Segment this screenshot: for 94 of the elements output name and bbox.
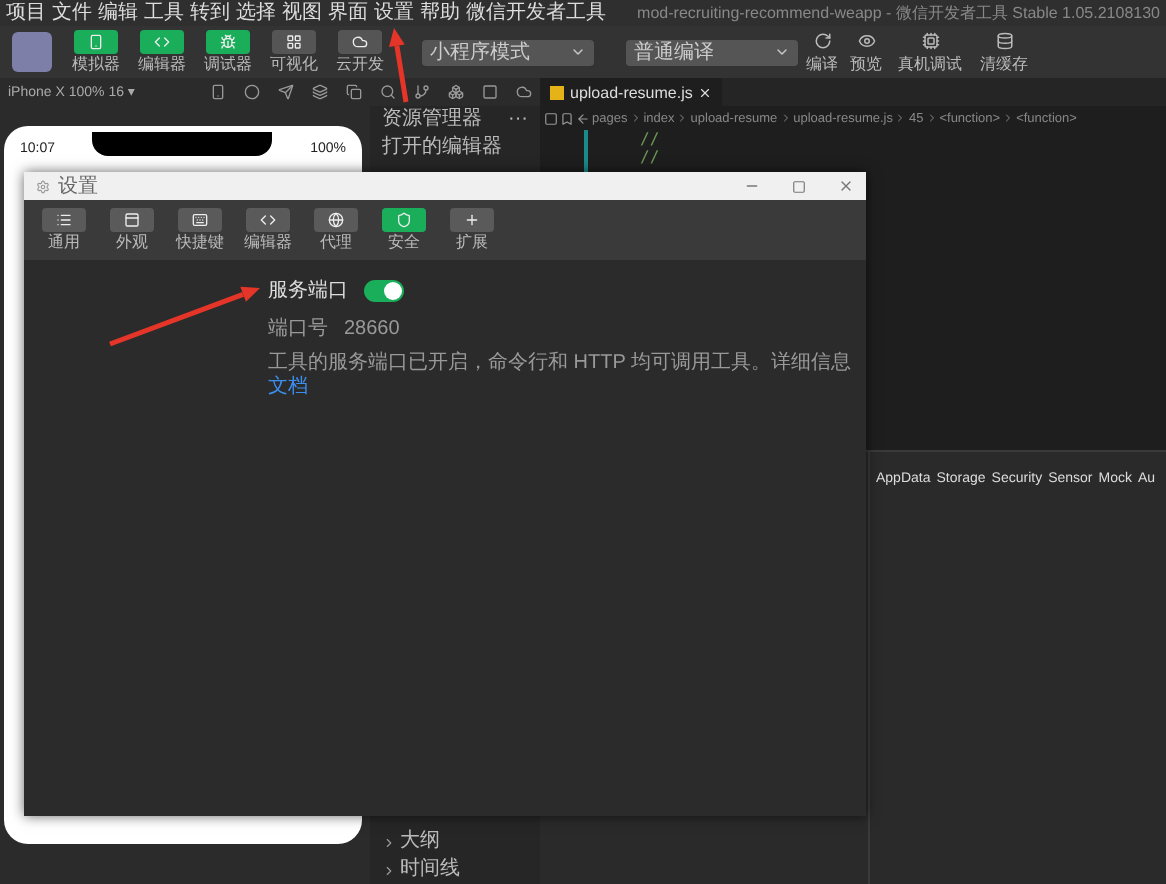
toolbar-toggle[interactable] — [337, 29, 381, 53]
chevron-icon — [779, 112, 792, 124]
toolbar-label: 编辑器 — [137, 57, 185, 73]
dialog-title: 设置 — [58, 173, 98, 200]
code-icon — [259, 211, 275, 227]
tab-label: 安全 — [387, 235, 419, 251]
keyboard-icon — [191, 211, 207, 227]
mode-select[interactable]: 小程序模式 — [422, 39, 594, 65]
globe-icon — [327, 211, 343, 227]
chevron-icon — [676, 112, 689, 124]
port-value: 28660 — [344, 317, 400, 339]
menu-item[interactable]: 帮助 — [420, 1, 460, 25]
toggle-switch[interactable] — [364, 279, 404, 301]
shield-icon — [395, 211, 411, 227]
bookmark-icon[interactable] — [560, 111, 574, 125]
tab-label: 编辑器 — [243, 235, 291, 251]
action-label: 预览 — [850, 57, 882, 73]
menu-item[interactable]: 工具 — [144, 1, 184, 25]
explorer-section[interactable]: 打开的编辑器 — [382, 136, 502, 160]
menu-item[interactable]: 文件 — [52, 1, 92, 25]
tab-label: 代理 — [319, 235, 351, 251]
code-line: // — [640, 148, 662, 166]
toolbar-label: 云开发 — [335, 57, 383, 73]
settings-tab[interactable] — [177, 207, 221, 231]
tool-icon[interactable] — [516, 84, 532, 100]
arrow-drawing — [389, 28, 409, 103]
tool-icon[interactable] — [244, 84, 260, 100]
code-icon — [153, 33, 169, 49]
settings-tab[interactable] — [109, 207, 153, 231]
menu-item[interactable]: 项目 — [6, 1, 46, 25]
chevron-icon — [894, 112, 907, 124]
explorer-section[interactable]: 大纲 — [400, 830, 440, 854]
menu-item[interactable]: 界面 — [328, 1, 368, 25]
toolbar-toggle[interactable] — [139, 29, 183, 53]
tool-icon[interactable] — [414, 84, 430, 100]
list-icon — [55, 211, 71, 227]
action-label: 清缓存 — [980, 57, 1028, 73]
toolbar-toggle[interactable] — [73, 29, 117, 53]
docs-link[interactable]: 文档 — [268, 376, 308, 398]
toolbar-toggle[interactable] — [271, 29, 315, 53]
menu-item[interactable]: 选择 — [236, 1, 276, 25]
tab-label: 扩展 — [455, 235, 487, 251]
grid-icon — [285, 33, 301, 49]
window-title: mod-recruiting-recommend-weapp - 微信开发者工具 Stable 1.05.2108130 — [637, 2, 1160, 24]
toolbar-label: 模拟器 — [71, 57, 119, 73]
menu-item[interactable]: 视图 — [282, 1, 322, 25]
plus-icon — [463, 211, 479, 227]
tool-icon[interactable] — [278, 84, 294, 100]
description-text: 工具的服务端口已开启，命令行和 HTTP 均可调用工具。详细信息 文档 — [268, 352, 853, 400]
toolbar-label: 可视化 — [269, 57, 317, 73]
settings-tab[interactable] — [381, 207, 425, 231]
code-line: // — [640, 130, 662, 148]
maximize-icon[interactable] — [792, 179, 806, 193]
toolbar-toggle[interactable] — [205, 29, 249, 53]
settings-tab[interactable] — [41, 207, 85, 231]
tool-icon[interactable] — [210, 84, 226, 100]
window-icon — [123, 211, 139, 227]
tab-label: 外观 — [115, 235, 147, 251]
explorer-section[interactable]: 时间线 — [400, 858, 460, 882]
cloud-icon — [351, 33, 367, 49]
tool-icon[interactable] — [346, 84, 362, 100]
chevron-icon — [570, 44, 586, 60]
tab-label: 快捷键 — [175, 235, 223, 251]
settings-tab[interactable] — [313, 207, 357, 231]
editor-tab[interactable]: upload-resume.js — [540, 78, 723, 106]
tool-icon[interactable] — [312, 84, 328, 100]
explorer-title: 资源管理器 — [382, 108, 482, 132]
tool-icon[interactable] — [380, 84, 396, 100]
back-icon[interactable] — [576, 111, 590, 125]
file-icon — [550, 85, 564, 99]
setting-label: 服务端口 — [268, 277, 348, 304]
action-label: 真机调试 — [898, 57, 962, 73]
chevron-icon — [629, 112, 642, 124]
compile-select[interactable]: 普通编译 — [626, 39, 798, 65]
phone-icon — [87, 33, 103, 49]
chevron-icon — [1002, 112, 1015, 124]
chevron-icon — [925, 112, 938, 124]
settings-tab[interactable] — [449, 207, 493, 231]
action-label: 编译 — [806, 57, 838, 73]
bug-icon — [219, 33, 235, 49]
menu-item[interactable]: 设置 — [374, 1, 414, 25]
menu-item[interactable]: 编辑 — [98, 1, 138, 25]
toolbar-label: 调试器 — [203, 57, 251, 73]
more-menu[interactable]: ··· — [508, 108, 528, 132]
tool-icon[interactable] — [482, 84, 498, 100]
menu-item[interactable]: 转到 — [190, 1, 230, 25]
settings-tab[interactable] — [245, 207, 289, 231]
square-icon[interactable] — [544, 111, 558, 125]
tab-label: 通用 — [47, 235, 79, 251]
tool-icon[interactable] — [448, 84, 464, 100]
menu-item[interactable]: 微信开发者工具 — [466, 1, 606, 25]
chevron-icon — [774, 44, 790, 60]
port-label: 端口号 — [268, 315, 328, 342]
settings-icon — [36, 179, 50, 193]
